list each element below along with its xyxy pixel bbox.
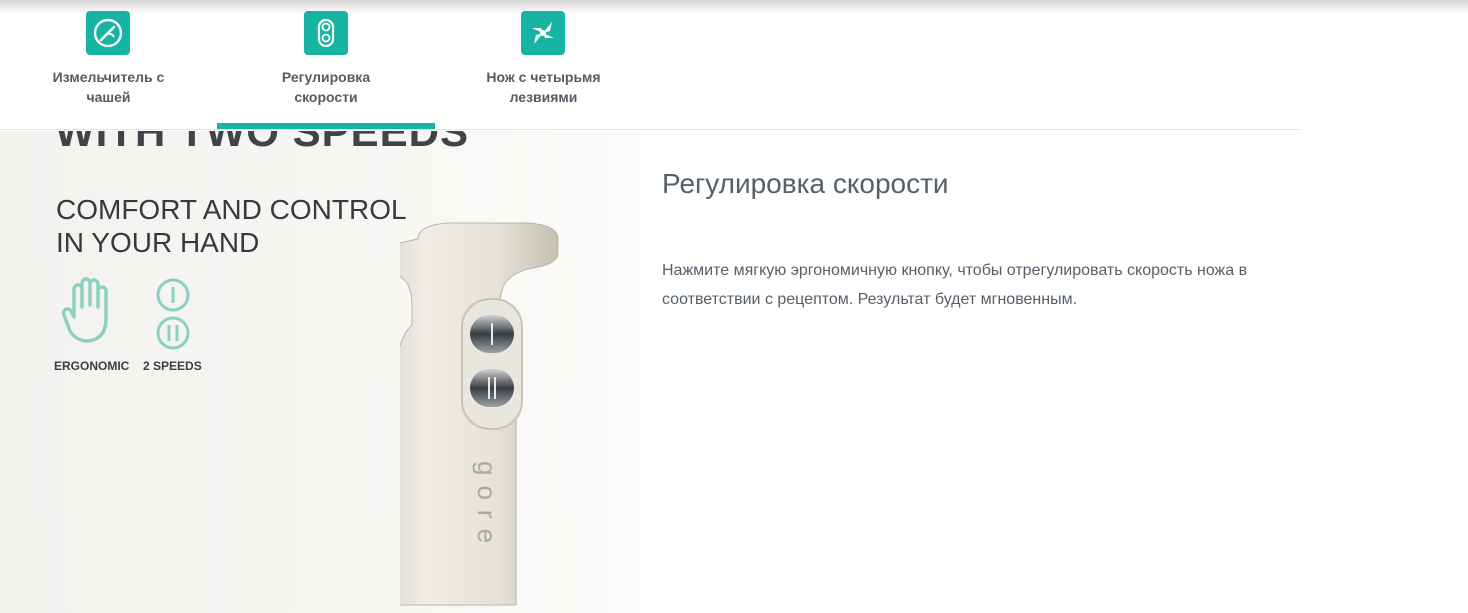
headline: WITH TWO SPEEDS <box>55 131 469 155</box>
speed-markers-icon <box>156 278 190 350</box>
blender-illustration <box>400 222 559 606</box>
feature-speeds-label: 2 SPEEDS <box>143 359 202 373</box>
hand-icon <box>61 277 108 343</box>
section-title: Регулировка скорости <box>662 168 949 199</box>
section-description: Нажмите мягкую эргономичную кнопку, чтоб… <box>662 262 1248 308</box>
tab-chopper-bowl[interactable]: Измельчитель с чашей <box>0 0 217 130</box>
feature-ergonomic-label: ERGONOMIC <box>54 359 130 373</box>
tabs-divider <box>0 129 1300 130</box>
four-blade-knife-icon <box>521 11 565 55</box>
feature-tabs: Измельчитель с чашей Регулировка скорост… <box>0 0 1300 130</box>
tab-label: Нож с четырьмя лезвиями <box>486 69 601 105</box>
speed-control-icon <box>304 11 348 55</box>
tab-label: Регулировка скорости <box>281 69 371 105</box>
tab-speed-control[interactable]: Регулировка скорости <box>217 0 435 130</box>
tab-label: Измельчитель с чашей <box>52 69 165 105</box>
brand-logo: gore <box>471 461 502 553</box>
chopper-bowl-icon <box>86 11 130 55</box>
product-image: WITH TWO SPEEDS COMFORT AND CONTROL IN Y… <box>0 131 640 613</box>
tab-four-blade-knife[interactable]: Нож с четырьмя лезвиями <box>435 0 652 130</box>
